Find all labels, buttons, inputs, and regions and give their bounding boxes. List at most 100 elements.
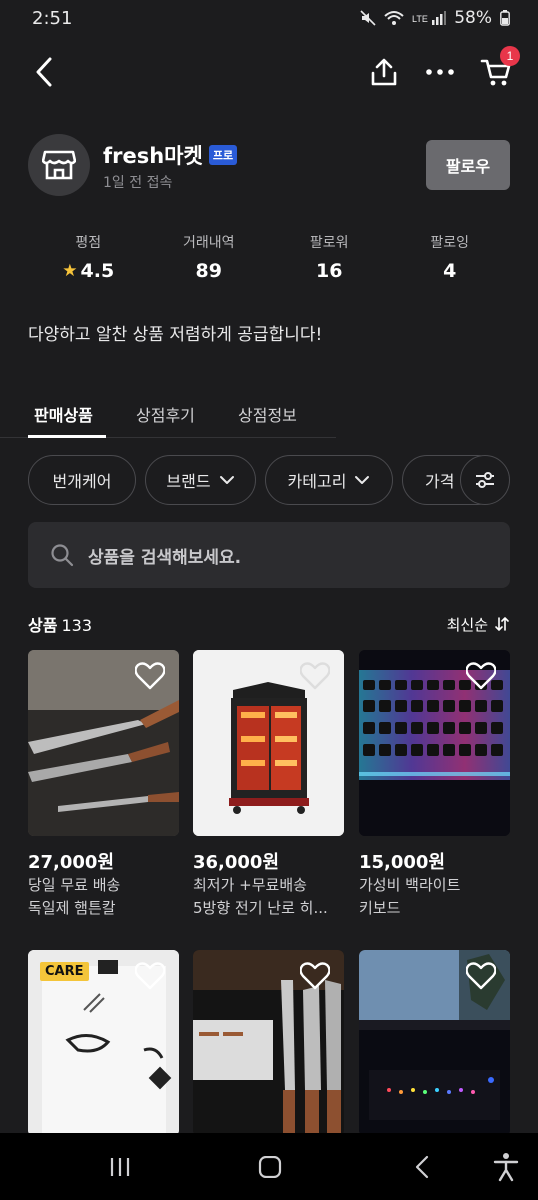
chip-category[interactable]: 카테고리 [265, 455, 393, 505]
top-app-bar: 1 [0, 40, 538, 104]
count-value: 133 [61, 616, 92, 635]
product-card[interactable]: 15,000원 가성비 백라이트 키보드 [359, 650, 510, 920]
product-title: 키보드 [359, 899, 401, 917]
chevron-down-icon [219, 476, 234, 484]
search-icon [51, 544, 74, 567]
heart-icon[interactable] [300, 662, 330, 690]
svg-text:LTE: LTE [412, 14, 428, 24]
tab-store-info[interactable]: 상점정보 [238, 402, 297, 426]
product-card[interactable] [193, 950, 344, 1136]
product-image[interactable] [359, 950, 510, 1136]
store-avatar[interactable] [28, 134, 90, 196]
share-button[interactable] [364, 52, 404, 92]
mute-icon [360, 10, 376, 26]
heart-icon[interactable] [135, 962, 165, 990]
back-chevron-icon [415, 1155, 429, 1179]
share-icon [371, 58, 397, 86]
battery-icon [500, 10, 510, 26]
chip-label: 가격 [425, 472, 455, 491]
status-time: 2:51 [32, 7, 73, 29]
last-seen: 1일 전 접속 [103, 175, 173, 191]
product-card[interactable] [359, 950, 510, 1136]
follow-button[interactable]: 팔로우 [426, 140, 510, 190]
recent-apps-icon [110, 1158, 130, 1176]
battery-percent: 58% [454, 8, 492, 28]
cart-button[interactable]: 1 [478, 46, 520, 90]
stat-value: 4 [443, 260, 457, 282]
store-profile: fresh마켓 프로 1일 전 접속 팔로우 [28, 130, 510, 200]
stat-value-row: ★ 4.5 [28, 260, 149, 282]
star-icon: ★ [62, 261, 78, 281]
status-icons: LTE 58% [360, 8, 510, 28]
stat-rating[interactable]: 평점 ★ 4.5 [28, 232, 149, 282]
heart-icon[interactable] [135, 662, 165, 690]
cart-count-badge: 1 [500, 46, 520, 66]
product-title: 최저가 +무료배송 [193, 876, 307, 894]
filter-settings-button[interactable] [460, 455, 510, 505]
product-card[interactable]: 27,000원 당일 무료 배송 독일제 햄튼칼 [28, 650, 179, 920]
product-image[interactable] [359, 650, 510, 836]
sort-button[interactable]: 최신순 [447, 612, 510, 636]
store-description: 다양하고 알찬 상품 저렴하게 공급합니다! [28, 325, 323, 345]
product-image[interactable] [193, 950, 344, 1136]
filter-chips: 번개케어 브랜드 카테고리 가격 [28, 455, 510, 505]
recent-apps-button[interactable] [100, 1151, 140, 1183]
product-title: 독일제 햄튼칼 [28, 899, 116, 917]
product-image[interactable] [28, 650, 179, 836]
product-image[interactable] [193, 650, 344, 836]
stat-following[interactable]: 팔로잉 4 [390, 232, 511, 282]
store-tabs: 판매상품 상점후기 상점정보 [0, 396, 336, 438]
product-price: 36,000원 [193, 852, 280, 873]
chevron-down-icon [355, 476, 370, 484]
chip-label: 번개케어 [52, 472, 112, 491]
chip-label: 카테고리 [287, 472, 347, 491]
store-stats: 평점 ★ 4.5 거래내역 89 팔로워 16 팔로잉 4 [28, 232, 510, 282]
system-nav-bar [0, 1133, 538, 1200]
home-button[interactable] [250, 1151, 290, 1183]
search-placeholder: 상품을 검색해보세요. [88, 547, 242, 568]
product-title: 가성비 백라이트 [359, 876, 461, 894]
care-badge: CARE [40, 962, 89, 981]
stat-followers[interactable]: 팔로워 16 [269, 232, 390, 282]
stat-label: 팔로워 [309, 235, 349, 251]
product-card[interactable]: CARE [28, 950, 179, 1136]
heart-icon[interactable] [300, 962, 330, 990]
filter-sliders-icon [476, 472, 494, 488]
product-title: 5방향 전기 난로 히... [193, 899, 328, 917]
count-label: 상품 [28, 616, 58, 635]
sort-arrows-icon [495, 617, 509, 631]
store-name: fresh마켓 [103, 144, 203, 168]
accessibility-button[interactable] [488, 1149, 524, 1185]
store-icon [42, 150, 76, 180]
lte-signal-icon: LTE [412, 10, 447, 26]
tab-reviews[interactable]: 상점후기 [136, 402, 195, 426]
chip-label: 브랜드 [166, 472, 211, 491]
more-options-button[interactable] [420, 52, 460, 92]
product-price: 15,000원 [359, 852, 446, 873]
stat-value: 4.5 [80, 260, 115, 282]
accessibility-icon [493, 1153, 519, 1182]
stat-label: 팔로잉 [430, 235, 470, 251]
product-title: 당일 무료 배송 [28, 876, 121, 894]
stat-value: 89 [195, 260, 222, 282]
sort-label: 최신순 [446, 615, 488, 634]
back-button[interactable] [26, 52, 62, 92]
active-tab-indicator [28, 435, 106, 438]
stat-transactions[interactable]: 거래내역 89 [149, 232, 270, 282]
product-image[interactable]: CARE [28, 950, 179, 1136]
status-bar: 2:51 LTE 58% [0, 0, 538, 36]
product-card[interactable]: 36,000원 최저가 +무료배송 5방향 전기 난로 히... [193, 650, 344, 920]
search-input[interactable]: 상품을 검색해보세요. [28, 522, 510, 588]
chip-bungae-care[interactable]: 번개케어 [28, 455, 136, 505]
home-icon [258, 1156, 282, 1178]
heart-icon[interactable] [466, 962, 496, 990]
heart-icon[interactable] [466, 662, 496, 690]
pro-badge: 프로 [208, 145, 238, 165]
chip-brand[interactable]: 브랜드 [145, 455, 256, 505]
tab-products[interactable]: 판매상품 [34, 402, 93, 426]
back-nav-button[interactable] [402, 1151, 442, 1183]
stat-value: 16 [316, 260, 343, 282]
wifi-icon [384, 10, 404, 26]
stat-label: 평점 [75, 235, 102, 251]
product-count: 상품 133 [28, 612, 92, 636]
